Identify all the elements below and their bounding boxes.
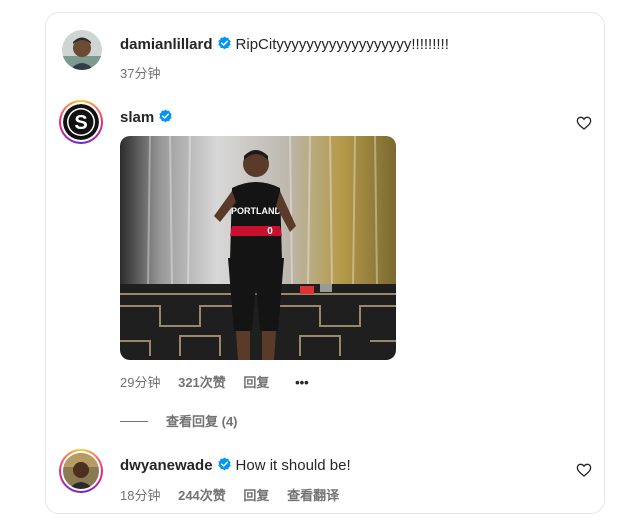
- svg-text:S: S: [74, 112, 87, 134]
- comment-time: 29分钟: [120, 375, 161, 390]
- comment-photo[interactable]: PORTLAND 0: [120, 136, 396, 360]
- avatar-slam[interactable]: S: [59, 100, 103, 144]
- avatar-damianlillard[interactable]: [62, 30, 102, 70]
- comment-meta: 29分钟 321次赞 回复 •••: [120, 372, 323, 391]
- comment-meta: 37分钟: [120, 63, 174, 82]
- reply-button[interactable]: 回复: [243, 375, 269, 390]
- comment-line-slam: slam: [120, 109, 173, 127]
- reply-button[interactable]: 回复: [243, 488, 269, 503]
- comment-text: RipCityyyyyyyyyyyyyyyyyy!!!!!!!!!: [235, 36, 449, 53]
- heart-icon[interactable]: [576, 462, 592, 478]
- username-slam[interactable]: slam: [120, 109, 154, 126]
- view-replies-button[interactable]: 查看回复 (4): [120, 411, 238, 430]
- likes-count[interactable]: 244次赞: [178, 488, 226, 503]
- svg-text:PORTLAND: PORTLAND: [231, 206, 281, 216]
- comment-line-damianlillard: damianlillard RipCityyyyyyyyyyyyyyyyyy!!!…: [120, 36, 449, 54]
- heart-icon[interactable]: [576, 115, 592, 131]
- verified-badge-icon: [217, 36, 231, 50]
- comment-time: 37分钟: [120, 66, 161, 81]
- replies-divider: [120, 421, 148, 422]
- comment-line-dwyanewade: dwyanewade How it should be!: [120, 457, 351, 475]
- more-dots-icon[interactable]: •••: [295, 375, 309, 390]
- verified-badge-icon: [159, 109, 172, 123]
- comment-meta: 18分钟 244次赞 回复 查看翻译: [120, 485, 353, 504]
- svg-text:0: 0: [267, 226, 273, 237]
- comment-time: 18分钟: [120, 488, 161, 503]
- avatar-dwyanewade[interactable]: [59, 449, 103, 493]
- username-dwyanewade[interactable]: dwyanewade: [120, 457, 213, 474]
- comment-text: How it should be!: [235, 457, 351, 474]
- likes-count[interactable]: 321次赞: [178, 375, 226, 390]
- view-replies-label[interactable]: 查看回复 (4): [166, 414, 238, 429]
- username-damianlillard[interactable]: damianlillard: [120, 36, 213, 53]
- translate-button[interactable]: 查看翻译: [287, 488, 339, 503]
- verified-badge-icon: [217, 457, 231, 471]
